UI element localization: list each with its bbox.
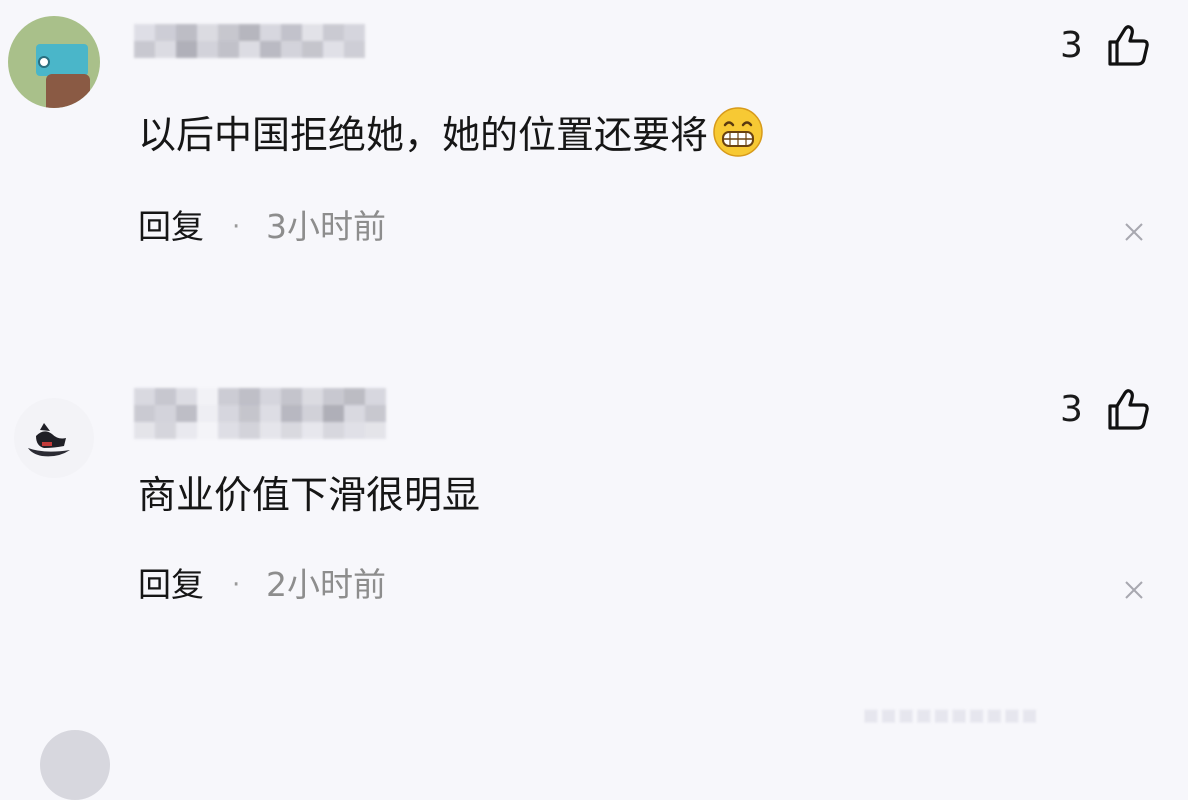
watermark: ▪▪▪▪▪▪▪▪▪▪ <box>862 700 1039 730</box>
thumbs-up-icon[interactable] <box>1106 387 1150 431</box>
like-count: 3 <box>1060 389 1083 430</box>
thumbs-up-icon[interactable] <box>1106 23 1150 67</box>
username-pixelated[interactable] <box>134 388 386 439</box>
reply-button[interactable]: 回复 <box>138 565 204 605</box>
separator-dot: · <box>232 212 241 242</box>
avatar-figure-icon <box>28 423 70 457</box>
comment-timestamp: 2小时前 <box>266 565 386 604</box>
reply-button[interactable]: 回复 <box>138 207 204 247</box>
avatar[interactable] <box>40 730 110 800</box>
avatar[interactable] <box>14 398 94 478</box>
close-icon[interactable] <box>1123 579 1145 601</box>
comment-text: 以后中国拒绝她，她的位置还要将 <box>138 106 764 158</box>
separator-dot: · <box>232 570 241 600</box>
avatar-shape <box>46 74 90 108</box>
grinning-face-emoji-icon <box>713 107 763 157</box>
avatar[interactable] <box>8 16 100 108</box>
avatar-shape <box>38 56 50 68</box>
close-icon[interactable] <box>1123 221 1145 243</box>
like-count: 3 <box>1060 25 1083 66</box>
comment-text-content: 商业价值下滑很明显 <box>138 473 481 517</box>
comment-text: 商业价值下滑很明显 <box>138 472 480 518</box>
username-pixelated[interactable] <box>134 24 365 58</box>
comment-text-content: 以后中国拒绝她，她的位置还要将 <box>138 113 709 157</box>
comment-timestamp: 3小时前 <box>266 207 386 246</box>
